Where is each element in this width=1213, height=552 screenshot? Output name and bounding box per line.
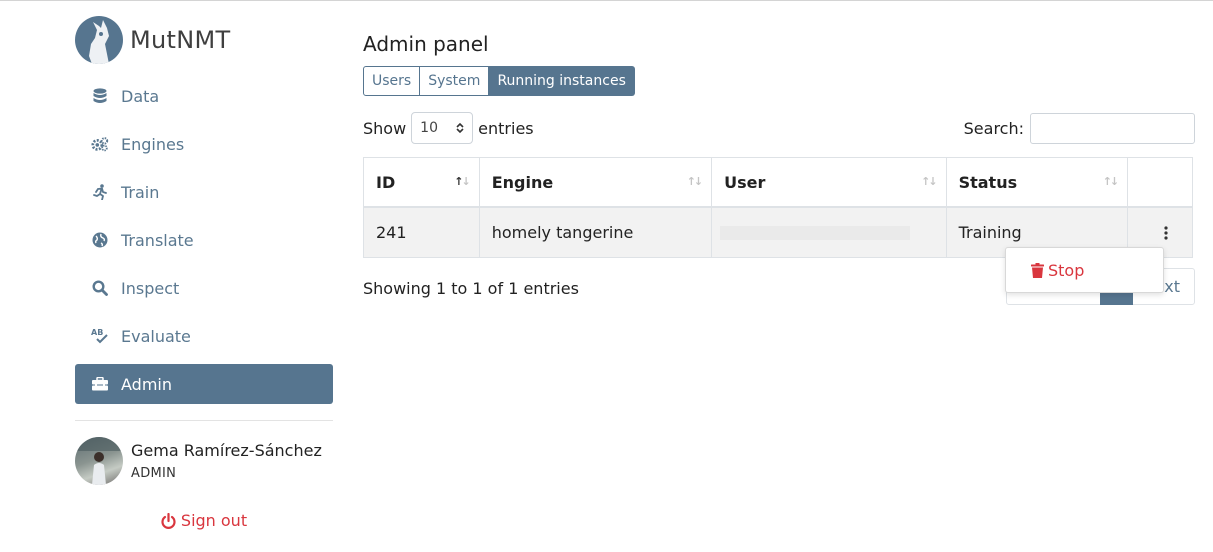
- stop-menu-item[interactable]: Stop: [1048, 261, 1084, 280]
- trash-icon: [1031, 262, 1044, 278]
- sidebar-item-evaluate[interactable]: AB Evaluate: [75, 316, 333, 356]
- database-icon: [91, 87, 109, 105]
- updown-icon: [456, 122, 464, 134]
- column-header-status[interactable]: Status ↑↓: [947, 158, 1129, 206]
- column-header-label: ID: [376, 172, 396, 192]
- table-header: ID ↑↓ Engine ↑↓ User ↑↓ Status ↑↓: [364, 158, 1192, 208]
- search-input[interactable]: [1030, 112, 1195, 144]
- page-title: Admin panel: [363, 32, 489, 56]
- user-info: Gema Ramírez-Sánchez ADMIN: [131, 441, 322, 481]
- show-label: Show: [363, 118, 407, 138]
- sort-icon: ↑↓: [1102, 175, 1120, 188]
- sidebar: MutNMT Data Engines Train Translate Insp…: [75, 12, 333, 530]
- sidebar-item-label: Engines: [121, 134, 185, 154]
- redacted-user-email: [720, 225, 911, 240]
- gears-icon: [91, 135, 109, 153]
- more-vertical-icon: [1164, 225, 1168, 240]
- sidebar-item-label: Admin: [121, 374, 172, 394]
- power-icon: [161, 512, 176, 529]
- user-name: Gema Ramírez-Sánchez: [131, 441, 322, 460]
- sort-asc-icon: ↑↓: [454, 175, 471, 188]
- sidebar-item-label: Translate: [121, 230, 194, 250]
- sidebar-item-label: Data: [121, 86, 160, 106]
- entries-label: entries: [478, 118, 534, 138]
- column-header-label: Status: [958, 172, 1018, 192]
- app-name: MutNMT: [130, 26, 231, 54]
- sidebar-item-label: Inspect: [121, 278, 180, 298]
- sidebar-item-admin[interactable]: Admin: [75, 364, 333, 404]
- column-header-engine[interactable]: Engine ↑↓: [480, 158, 713, 206]
- admin-tabs: Users System Running instances: [363, 66, 1195, 96]
- sidebar-item-engines[interactable]: Engines: [75, 124, 333, 164]
- sidebar-item-label: Train: [121, 182, 160, 202]
- sign-out-label: Sign out: [180, 511, 248, 530]
- page-length-select[interactable]: 10: [411, 112, 474, 144]
- brand[interactable]: MutNMT: [75, 12, 333, 68]
- user-role: ADMIN: [131, 466, 177, 481]
- page-length-control: Show 10 entries: [363, 112, 534, 144]
- search-label: Search:: [963, 118, 1024, 138]
- column-header-id[interactable]: ID ↑↓: [364, 158, 480, 206]
- toolbox-icon: [91, 375, 109, 393]
- sign-out-link[interactable]: Sign out: [75, 511, 333, 530]
- page-length-value: 10: [420, 120, 438, 136]
- column-header-label: User: [724, 172, 766, 192]
- spell-check-icon: AB: [91, 327, 109, 345]
- sort-icon: ↑↓: [686, 175, 704, 188]
- sidebar-item-inspect[interactable]: Inspect: [75, 268, 333, 308]
- tab-users[interactable]: Users: [363, 66, 421, 96]
- row-actions-dropdown[interactable]: Stop: [1005, 247, 1164, 293]
- avatar: [75, 437, 123, 485]
- table-controls: Show 10 entries Search:: [363, 112, 1195, 144]
- search-control: Search:: [963, 112, 1195, 144]
- svg-text:AB: AB: [91, 328, 103, 337]
- sidebar-item-train[interactable]: Train: [75, 172, 333, 212]
- main-content: Admin panel Users System Running instanc…: [363, 32, 1195, 305]
- column-header-actions: [1128, 158, 1192, 206]
- user-profile[interactable]: Gema Ramírez-Sánchez ADMIN: [75, 437, 333, 485]
- column-header-label: Engine: [491, 172, 554, 192]
- sidebar-item-data[interactable]: Data: [75, 76, 333, 116]
- tab-running-instances[interactable]: Running instances: [489, 66, 635, 96]
- running-instances-table: ID ↑↓ Engine ↑↓ User ↑↓ Status ↑↓ 241 ho…: [363, 157, 1193, 258]
- top-border: [0, 0, 1213, 1]
- globe-icon: [91, 231, 109, 249]
- sidebar-item-translate[interactable]: Translate: [75, 220, 333, 260]
- table-info: Showing 1 to 1 of 1 entries: [363, 279, 579, 298]
- mutnmt-logo-icon: [75, 16, 123, 64]
- cell-id: 241: [364, 208, 480, 257]
- tab-system[interactable]: System: [420, 66, 490, 96]
- sidebar-item-label: Evaluate: [121, 326, 191, 346]
- cell-user: [712, 208, 947, 257]
- sort-icon: ↑↓: [921, 175, 938, 188]
- cell-engine: homely tangerine: [480, 208, 713, 257]
- running-icon: [91, 183, 109, 201]
- sidebar-divider: [75, 420, 333, 421]
- sidebar-nav: Data Engines Train Translate Inspect AB …: [75, 76, 333, 404]
- search-icon: [91, 279, 109, 297]
- column-header-user[interactable]: User ↑↓: [712, 158, 947, 206]
